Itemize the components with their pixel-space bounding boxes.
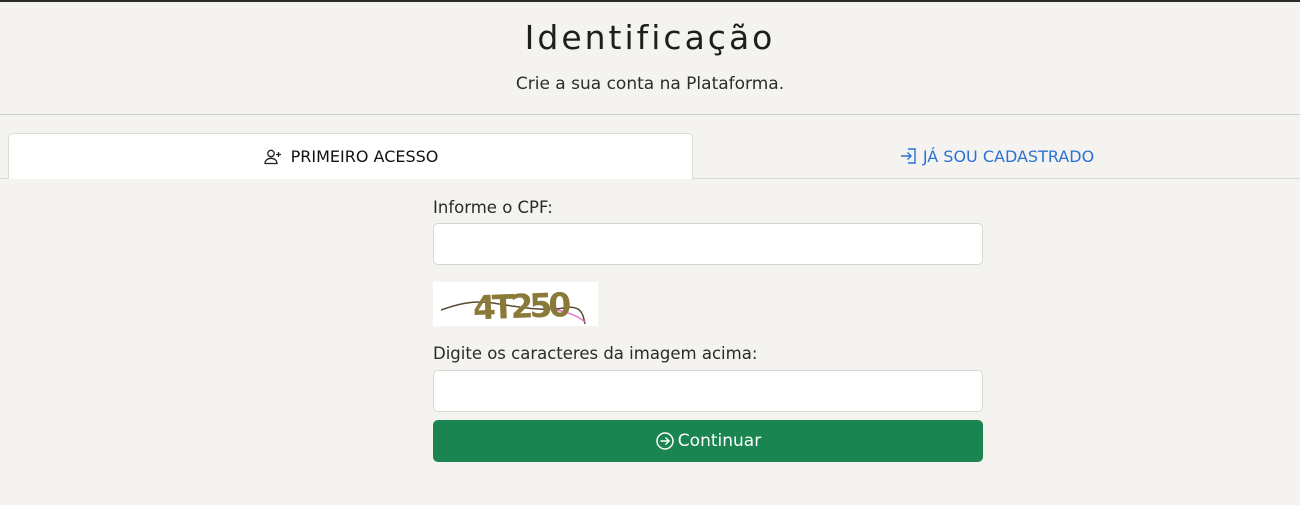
captcha-label: Digite os caracteres da imagem acima: — [433, 344, 758, 363]
cpf-input[interactable] — [433, 223, 983, 265]
tab-primeiro-acesso[interactable]: PRIMEIRO ACESSO — [8, 133, 693, 179]
page-title: Identificação — [524, 18, 776, 57]
tab-ja-sou-cadastrado[interactable]: JÁ SOU CADASTRADO — [693, 133, 1300, 179]
page-subtitle: Crie a sua conta na Plataforma. — [515, 74, 785, 94]
header-divider — [0, 114, 1300, 115]
user-plus-icon — [263, 147, 283, 167]
tab-label: JÁ SOU CADASTRADO — [922, 146, 1095, 166]
captcha-image: 4T250 — [433, 282, 598, 327]
tab-label: PRIMEIRO ACESSO — [290, 147, 439, 166]
continue-label: Continuar — [677, 431, 762, 451]
captcha-text: 4T250 — [472, 285, 571, 326]
page-header: Identificação Crie a sua conta na Plataf… — [0, 0, 1300, 114]
captcha-input[interactable] — [433, 370, 983, 412]
tab-bar: PRIMEIRO ACESSO JÁ SOU CADASTRADO — [0, 133, 1300, 179]
login-icon — [899, 146, 919, 166]
arrow-right-circle-icon — [655, 431, 675, 451]
continue-button[interactable]: Continuar — [433, 420, 983, 462]
cpf-label: Informe o CPF: — [433, 198, 553, 217]
